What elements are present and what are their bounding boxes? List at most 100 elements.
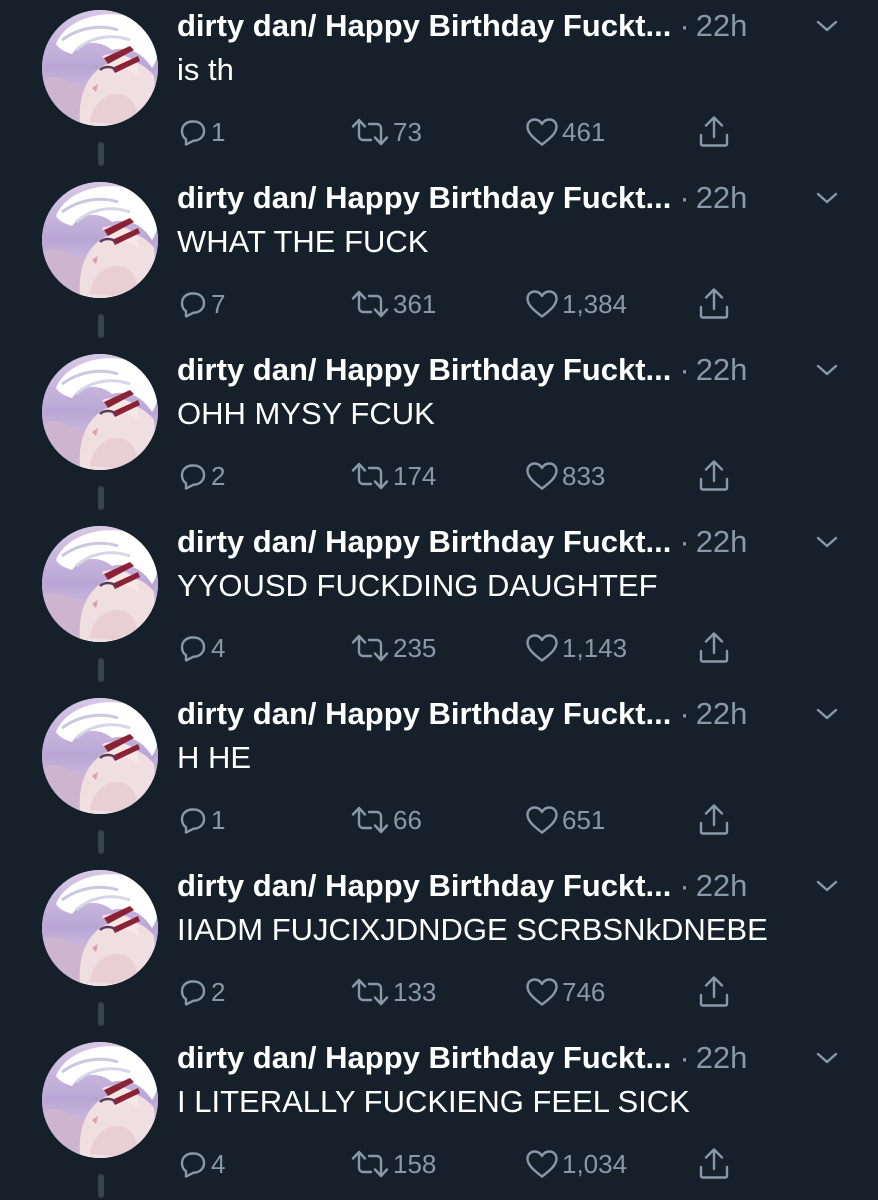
tweet-header: dirty dan/ Happy Birthday Fuckt... · 22h: [177, 520, 747, 564]
chevron-down-icon[interactable]: [815, 1050, 839, 1066]
retweet-button[interactable]: 235: [350, 628, 436, 668]
tweet-text: IIADM FUJCIXJDNDGE SCRBSNkDNEBE: [177, 912, 768, 947]
reply-button[interactable]: 4: [178, 1144, 225, 1184]
reply-icon: [178, 633, 208, 663]
reply-count: 7: [211, 288, 226, 319]
retweet-button[interactable]: 66: [350, 800, 422, 840]
avatar[interactable]: [42, 354, 158, 470]
reply-button[interactable]: 7: [178, 284, 225, 324]
share-button[interactable]: [696, 628, 732, 668]
reply-button[interactable]: 2: [178, 456, 225, 496]
timestamp[interactable]: 22h: [696, 524, 748, 559]
tweet-actions: 7 361 1,384: [0, 284, 878, 324]
timestamp[interactable]: 22h: [696, 1040, 748, 1075]
tweet[interactable]: dirty dan/ Happy Birthday Fuckt... · 22h I…: [0, 1032, 878, 1200]
reply-count: 4: [211, 1148, 226, 1179]
separator-dot: ·: [679, 180, 690, 215]
display-name[interactable]: dirty dan/ Happy Birthday Fuckt...: [177, 868, 671, 903]
reply-icon: [178, 805, 208, 835]
reply-button[interactable]: 1: [178, 800, 225, 840]
tweet-text: OHH MYSY FCUK: [177, 396, 435, 431]
retweet-button[interactable]: 158: [350, 1144, 436, 1184]
like-count: 746: [562, 976, 606, 1007]
avatar[interactable]: [42, 1042, 158, 1158]
retweet-count: 66: [393, 804, 422, 835]
like-count: 651: [562, 804, 606, 835]
like-count: 1,384: [562, 288, 628, 319]
tweet-text: YYOUSD FUCKDING DAUGHTEF: [177, 568, 658, 603]
reply-icon: [178, 289, 208, 319]
retweet-button[interactable]: 133: [350, 972, 436, 1012]
avatar[interactable]: [42, 870, 158, 986]
tweet[interactable]: dirty dan/ Happy Birthday Fuckt... · 22h H…: [0, 688, 878, 860]
tweet-text: H HE: [177, 740, 252, 775]
timestamp[interactable]: 22h: [696, 180, 748, 215]
like-button[interactable]: 651: [525, 800, 605, 840]
chevron-down-icon[interactable]: [815, 362, 839, 378]
tweet-actions: 4 235 1,143: [0, 628, 878, 668]
like-button[interactable]: 461: [525, 112, 605, 152]
like-count: 1,143: [562, 632, 628, 663]
display-name[interactable]: dirty dan/ Happy Birthday Fuckt...: [177, 8, 671, 43]
chevron-down-icon[interactable]: [815, 18, 839, 34]
tweet[interactable]: dirty dan/ Happy Birthday Fuckt... · 22h W…: [0, 172, 878, 344]
tweet-header: dirty dan/ Happy Birthday Fuckt... · 22h: [177, 4, 747, 48]
reply-icon: [178, 461, 208, 491]
retweet-icon: [350, 633, 390, 663]
reply-button[interactable]: 4: [178, 628, 225, 668]
retweet-icon: [350, 117, 390, 147]
like-icon: [525, 289, 559, 319]
like-button[interactable]: 1,384: [525, 284, 627, 324]
timestamp[interactable]: 22h: [696, 352, 748, 387]
like-button[interactable]: 746: [525, 972, 605, 1012]
chevron-down-icon[interactable]: [815, 534, 839, 550]
share-button[interactable]: [696, 972, 732, 1012]
avatar[interactable]: [42, 526, 158, 642]
like-icon: [525, 1149, 559, 1179]
timestamp[interactable]: 22h: [696, 868, 748, 903]
timestamp[interactable]: 22h: [696, 696, 748, 731]
share-button[interactable]: [696, 1144, 732, 1184]
display-name[interactable]: dirty dan/ Happy Birthday Fuckt...: [177, 1040, 671, 1075]
tweet-text: WHAT THE FUCK: [177, 224, 429, 259]
share-button[interactable]: [696, 112, 732, 152]
like-button[interactable]: 1,034: [525, 1144, 627, 1184]
share-icon: [696, 114, 732, 150]
timestamp[interactable]: 22h: [696, 8, 748, 43]
reply-button[interactable]: 2: [178, 972, 225, 1012]
retweet-icon: [350, 289, 390, 319]
display-name[interactable]: dirty dan/ Happy Birthday Fuckt...: [177, 696, 671, 731]
share-button[interactable]: [696, 284, 732, 324]
tweet[interactable]: dirty dan/ Happy Birthday Fuckt... · 22h Y…: [0, 516, 878, 688]
like-button[interactable]: 833: [525, 456, 605, 496]
tweet[interactable]: dirty dan/ Happy Birthday Fuckt... · 22h O…: [0, 344, 878, 516]
share-button[interactable]: [696, 800, 732, 840]
retweet-count: 235: [393, 632, 437, 663]
retweet-button[interactable]: 361: [350, 284, 436, 324]
tweet[interactable]: dirty dan/ Happy Birthday Fuckt... · 22h i…: [0, 0, 878, 172]
separator-dot: ·: [679, 524, 690, 559]
tweet-actions: 2 133 746: [0, 972, 878, 1012]
chevron-down-icon[interactable]: [815, 190, 839, 206]
reply-button[interactable]: 1: [178, 112, 225, 152]
chevron-down-icon[interactable]: [815, 878, 839, 894]
tweet-actions: 1 66 651: [0, 800, 878, 840]
share-button[interactable]: [696, 456, 732, 496]
display-name[interactable]: dirty dan/ Happy Birthday Fuckt...: [177, 180, 671, 215]
retweet-button[interactable]: 174: [350, 456, 436, 496]
tweet[interactable]: dirty dan/ Happy Birthday Fuckt... · 22h I…: [0, 860, 878, 1032]
chevron-down-icon[interactable]: [815, 706, 839, 722]
tweet-thread: dirty dan/ Happy Birthday Fuckt... · 22h i…: [0, 0, 878, 1200]
like-icon: [525, 633, 559, 663]
like-button[interactable]: 1,143: [525, 628, 627, 668]
reply-count: 4: [211, 632, 226, 663]
retweet-icon: [350, 977, 390, 1007]
avatar[interactable]: [42, 10, 158, 126]
avatar[interactable]: [42, 698, 158, 814]
display-name[interactable]: dirty dan/ Happy Birthday Fuckt...: [177, 524, 671, 559]
tweet-text: I LITERALLY FUCKIENG FEEL SICK: [177, 1084, 690, 1119]
reply-count: 2: [211, 976, 226, 1007]
retweet-button[interactable]: 73: [350, 112, 422, 152]
display-name[interactable]: dirty dan/ Happy Birthday Fuckt...: [177, 352, 671, 387]
avatar[interactable]: [42, 182, 158, 298]
